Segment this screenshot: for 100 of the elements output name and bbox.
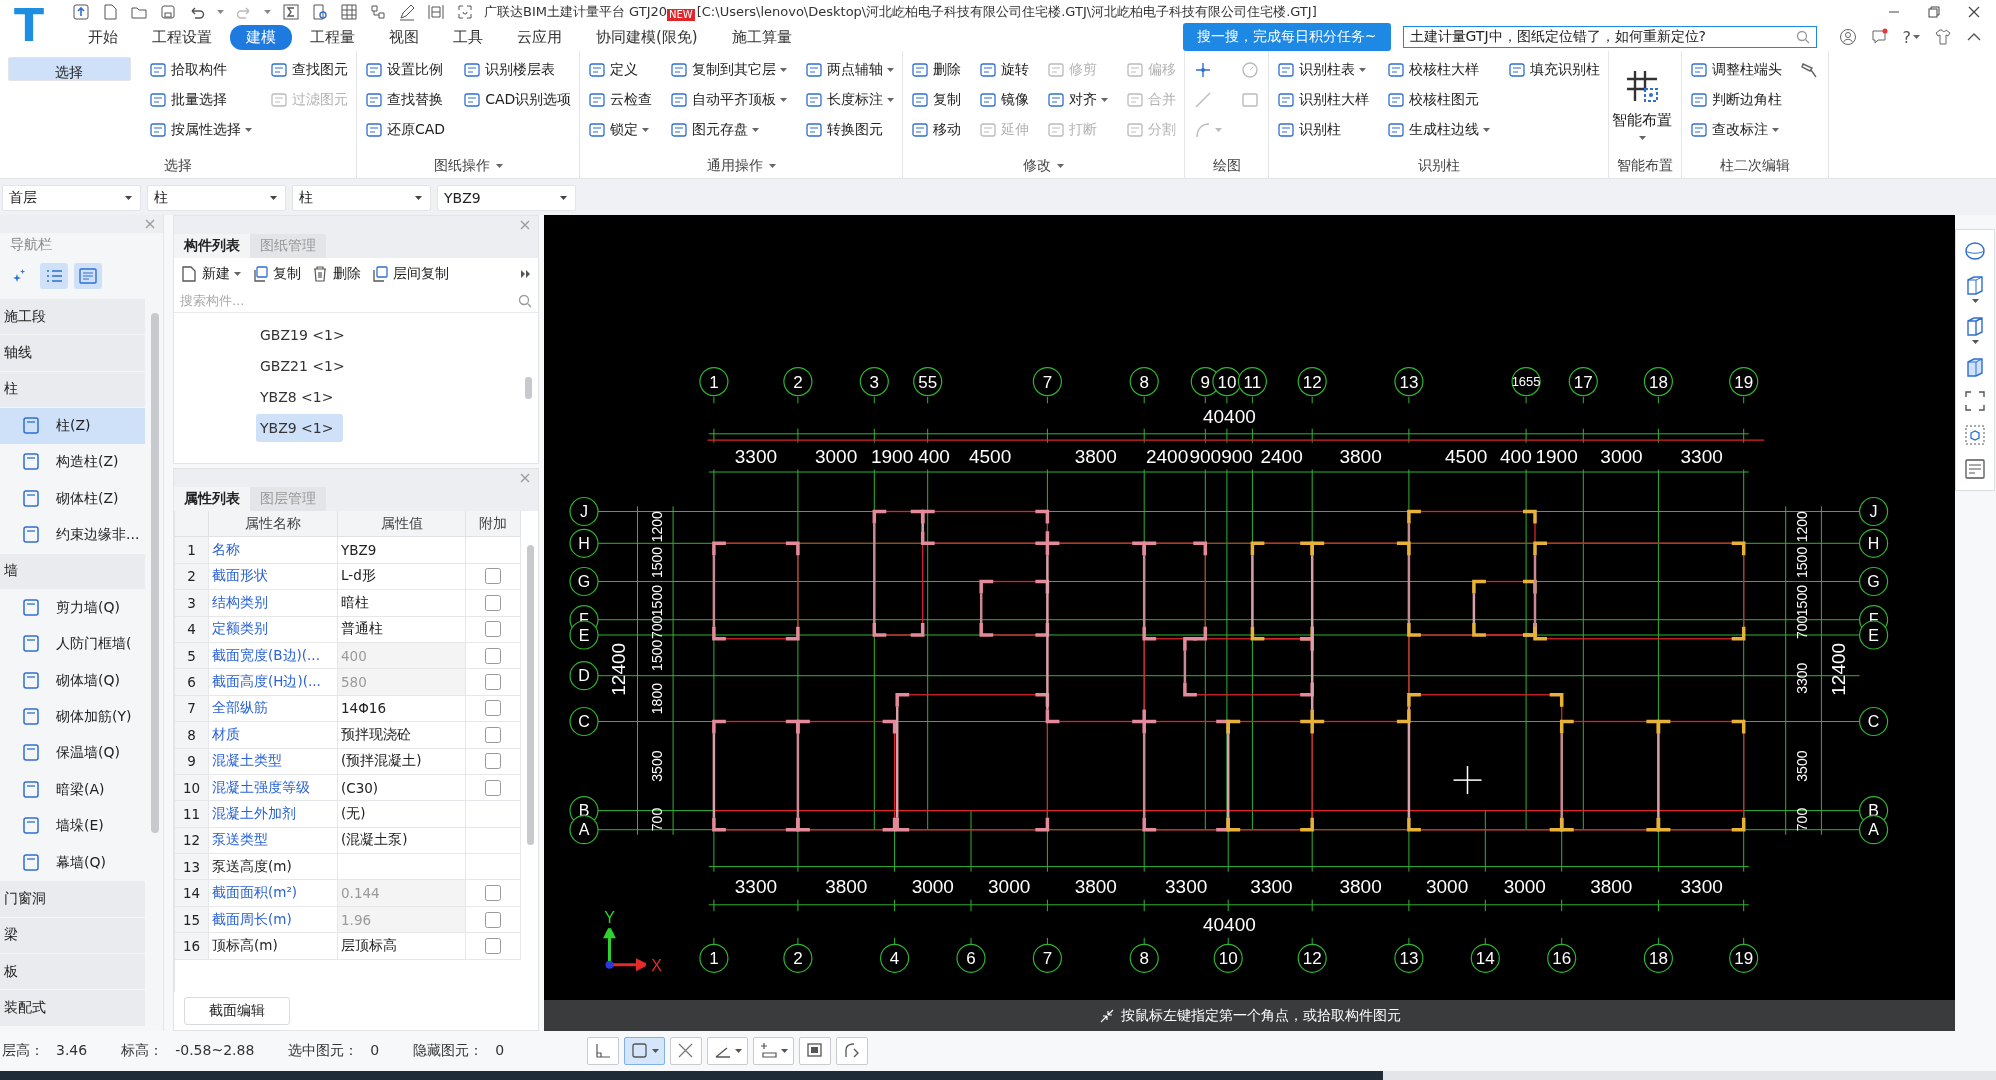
cube-icon[interactable] <box>1964 315 1986 337</box>
ribbon-button[interactable]: 调整柱端头 <box>1690 57 1783 83</box>
ribbon-button[interactable]: 识别柱大样 <box>1277 87 1370 113</box>
toolbar-button[interactable] <box>624 1037 665 1065</box>
sphere-icon[interactable] <box>1964 240 1986 262</box>
nav-item[interactable]: 砌体墙(Q) <box>0 662 145 699</box>
ribbon-button[interactable]: 填充识别柱 <box>1508 57 1601 83</box>
toolbar-button[interactable]: 复制 <box>251 265 301 283</box>
ribbon-button[interactable]: 长度标注 <box>805 87 895 113</box>
nav-item[interactable]: 剪力墙(Q) <box>0 590 145 626</box>
dropdown[interactable]: 首层 <box>2 185 141 211</box>
tree-search-icon[interactable] <box>369 2 387 21</box>
nav-category[interactable]: 板 <box>0 954 145 990</box>
upload-icon[interactable] <box>72 2 90 21</box>
nav-category[interactable]: 门窗洞 <box>0 881 145 917</box>
nav-category[interactable]: 轴线 <box>0 335 145 371</box>
save-icon[interactable] <box>159 2 177 21</box>
form-icon[interactable] <box>1964 458 1986 480</box>
toolbar-button[interactable] <box>670 1037 702 1065</box>
toolbar-button[interactable]: 新建 <box>180 265 241 283</box>
menu-tab[interactable]: 工程量 <box>294 24 371 50</box>
sigma-icon[interactable] <box>282 2 300 21</box>
chat-icon[interactable] <box>1870 28 1889 46</box>
group-label[interactable]: 通用操作 <box>588 154 895 178</box>
help-button[interactable]: ? <box>1902 27 1920 47</box>
pen-icon[interactable] <box>398 2 416 21</box>
dropdown[interactable]: YBZ9 <box>437 185 576 211</box>
group-label[interactable]: 图纸操作 <box>365 154 572 178</box>
view-button[interactable] <box>40 263 68 289</box>
ribbon-button[interactable]: 判断边角柱 <box>1690 87 1783 113</box>
scrollbar[interactable] <box>525 377 532 399</box>
ribbon-button[interactable]: 生成柱边线 <box>1387 117 1491 143</box>
ribbon-button[interactable]: 识别楼层表 <box>463 57 572 83</box>
list-item[interactable]: GBZ19 <1> <box>256 321 355 349</box>
checkbox[interactable] <box>485 568 501 585</box>
restore-icon[interactable] <box>1928 5 1940 18</box>
ribbon-button[interactable]: 识别柱表 <box>1277 57 1370 83</box>
checkbox[interactable] <box>485 726 501 743</box>
menu-tab[interactable]: 协同建模(限免) <box>580 24 714 50</box>
ribbon-button[interactable]: 校核柱图元 <box>1387 87 1491 113</box>
checkbox[interactable] <box>485 594 501 611</box>
search-field[interactable]: 土建计量GTJ中，图纸定位错了，如何重新定位? <box>1402 26 1817 48</box>
checkbox[interactable] <box>485 700 501 717</box>
group-label[interactable]: 修改 <box>911 154 1177 178</box>
box-icon[interactable] <box>1964 274 1986 296</box>
list-item[interactable]: YBZ9 <1> <box>256 414 344 442</box>
toolbar-button[interactable] <box>836 1037 868 1065</box>
menu-tab[interactable]: 云应用 <box>501 24 578 50</box>
panel-tab[interactable]: 属性列表 <box>174 487 250 511</box>
ribbon-button[interactable]: 校核柱大样 <box>1387 57 1491 83</box>
shirt-icon[interactable] <box>1934 28 1952 46</box>
ribbon-button[interactable]: 对齐 <box>1047 87 1109 113</box>
more-icon[interactable] <box>520 269 532 279</box>
group-label[interactable]: 选择 <box>8 154 348 178</box>
ribbon-button[interactable]: 复制到其它层 <box>670 57 788 83</box>
ribbon-button[interactable]: 拾取构件 <box>149 57 252 83</box>
nav-category[interactable]: 装配式 <box>0 990 145 1026</box>
nav-category[interactable]: 施工段 <box>0 299 145 335</box>
ribbon-button[interactable]: 锁定 <box>588 117 653 143</box>
checkbox[interactable] <box>485 937 501 954</box>
checkbox[interactable] <box>485 674 501 691</box>
list-item[interactable]: YBZ8 <1> <box>256 383 344 411</box>
nav-category[interactable]: 梁 <box>0 917 145 954</box>
nav-item[interactable]: 保温墙(Q) <box>0 735 145 772</box>
checkbox[interactable] <box>485 885 501 902</box>
ribbon-button[interactable]: 旋转 <box>979 57 1030 83</box>
ribbon-button[interactable]: 镜像 <box>979 87 1030 113</box>
group-label[interactable]: 识别柱 <box>1277 154 1601 178</box>
ribbon-button[interactable]: 定义 <box>588 57 653 83</box>
ribbon-button[interactable]: 两点辅轴 <box>805 57 895 83</box>
dropdown[interactable]: 柱 <box>147 185 286 211</box>
group-label[interactable]: 柱二次编辑 <box>1690 154 1821 178</box>
nav-item[interactable]: 暗梁(A) <box>0 772 145 808</box>
checkbox[interactable] <box>485 911 501 928</box>
toolbar-button[interactable] <box>799 1037 831 1065</box>
checkbox[interactable] <box>485 647 501 664</box>
new-file-icon[interactable] <box>101 2 119 21</box>
scrollbar[interactable] <box>527 545 534 845</box>
panel-tab[interactable]: 构件列表 <box>174 234 250 258</box>
ribbon-button[interactable]: 图元存盘 <box>670 117 788 143</box>
nav-category[interactable]: 墙 <box>0 553 145 590</box>
nav-item[interactable]: 人防门框墙( <box>0 626 145 662</box>
column-bars-icon[interactable] <box>427 2 445 21</box>
nav-item[interactable]: 砌体柱(Z) <box>0 480 145 517</box>
ribbon-button[interactable]: 移动 <box>911 117 962 143</box>
nav-item[interactable]: 构造柱(Z) <box>0 444 145 480</box>
menu-tab[interactable]: 工程设置 <box>136 24 228 50</box>
frame-corners-icon[interactable] <box>1964 390 1986 412</box>
checkbox[interactable] <box>485 621 501 638</box>
nav-item[interactable]: 砌体加筋(Y) <box>0 699 145 735</box>
menu-tab[interactable]: 建模 <box>230 24 292 50</box>
nav-category[interactable]: 柱 <box>0 371 145 408</box>
menu-tab[interactable]: 施工算量 <box>715 24 808 50</box>
ribbon-button[interactable]: 查改标注 <box>1690 117 1783 143</box>
ribbon-button[interactable]: 复制 <box>911 87 962 113</box>
nav-item[interactable]: 约束边缘非... <box>0 517 145 553</box>
ribbon-button[interactable]: 选择 <box>8 57 131 81</box>
cube-icon[interactable] <box>1964 356 1986 378</box>
section-edit-button[interactable]: 截面编辑 <box>184 997 290 1025</box>
ribbon-button[interactable]: CAD识别选项 <box>463 87 572 113</box>
